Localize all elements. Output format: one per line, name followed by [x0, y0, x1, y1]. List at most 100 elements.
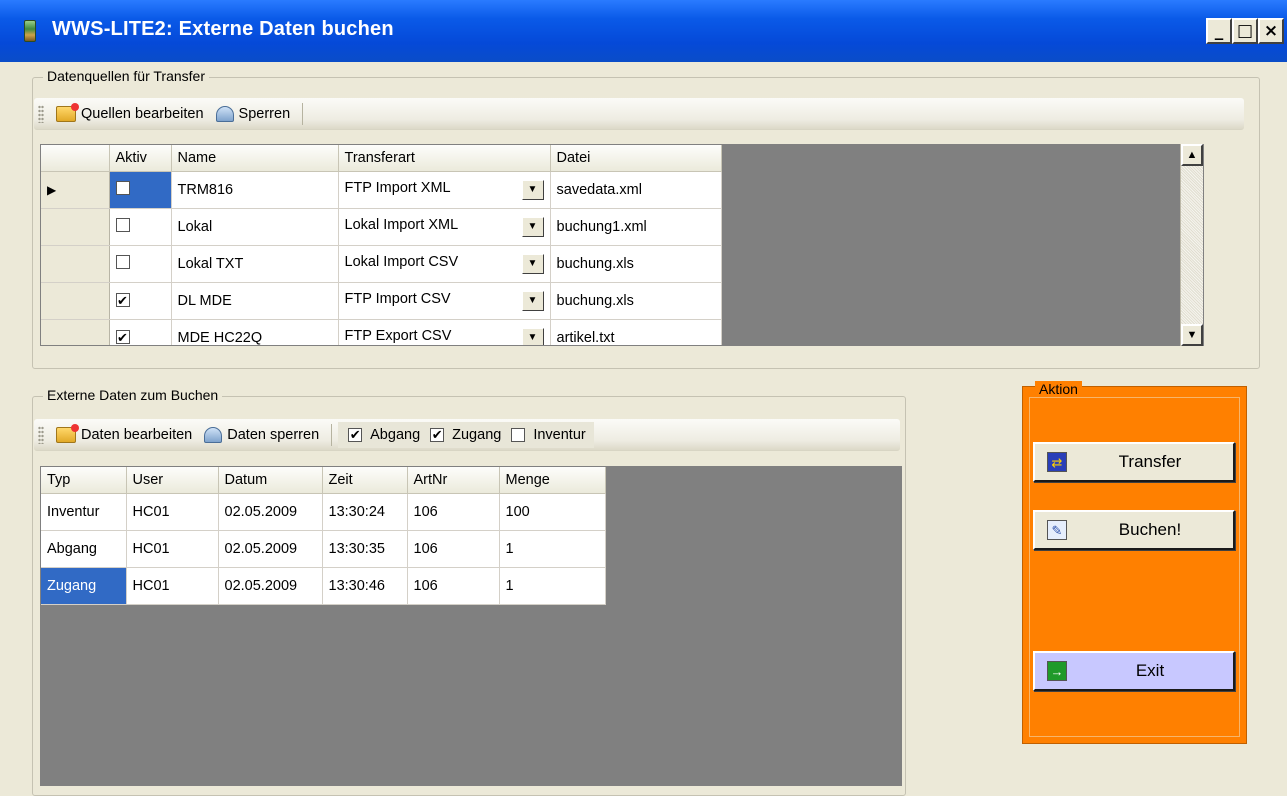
toolbar-grip[interactable]	[38, 425, 44, 444]
dropdown-arrow-icon[interactable]: ▼	[521, 179, 544, 200]
table-row[interactable]: Inventur HC01 02.05.2009 13:30:24 106 100	[41, 493, 606, 531]
user-cell[interactable]: HC01	[126, 493, 219, 531]
datum-cell[interactable]: 02.05.2009	[218, 567, 323, 605]
zeit-cell[interactable]: 13:30:24	[322, 493, 408, 531]
name-cell[interactable]: DL MDE	[171, 282, 339, 320]
transferart-cell[interactable]: FTP Import CSV ▼	[338, 282, 551, 320]
aktiv-cell[interactable]: ✔	[109, 319, 172, 345]
name-cell[interactable]: TRM816	[171, 171, 339, 209]
zeit-cell[interactable]: 13:30:35	[322, 530, 408, 568]
edit-data-label: Daten bearbeiten	[81, 426, 193, 443]
column-header-datum[interactable]: Datum	[218, 467, 323, 494]
close-button[interactable]: ×	[1258, 18, 1284, 44]
transferart-cell[interactable]: FTP Import XML ▼	[338, 171, 551, 209]
filter-abgang[interactable]: ✔ Abgang	[338, 427, 428, 443]
menge-cell[interactable]: 1	[499, 567, 606, 605]
aktiv-cell[interactable]	[109, 208, 172, 246]
scroll-track[interactable]	[1181, 166, 1203, 324]
column-header-menge[interactable]: Menge	[499, 467, 606, 494]
lock-data-button[interactable]: Daten sperren	[198, 422, 325, 448]
typ-cell[interactable]: Abgang	[41, 530, 127, 568]
user-cell[interactable]: HC01	[126, 530, 219, 568]
toolbar-grip[interactable]	[38, 104, 44, 123]
dropdown-arrow-icon[interactable]: ▼	[521, 290, 544, 311]
row-header[interactable]	[41, 208, 110, 246]
datei-cell[interactable]: buchung1.xml	[550, 208, 722, 246]
table-row[interactable]: ▶ TRM816 FTP Import XML ▼ savedata.xml	[41, 171, 722, 209]
row-header[interactable]	[41, 245, 110, 283]
column-header-transferart[interactable]: Transferart	[338, 145, 551, 172]
datum-cell[interactable]: 02.05.2009	[218, 493, 323, 531]
exit-button[interactable]: → Exit	[1033, 651, 1235, 691]
name-cell[interactable]: Lokal	[171, 208, 339, 246]
table-row[interactable]: ✔ MDE HC22Q FTP Export CSV ▼ artikel.txt	[41, 319, 722, 345]
transferart-cell[interactable]: Lokal Import XML ▼	[338, 208, 551, 246]
filter-zugang[interactable]: ✔ Zugang	[428, 427, 509, 443]
bookings-grid[interactable]: Typ User Datum Zeit ArtNr Menge Inventur…	[40, 466, 902, 786]
datei-cell[interactable]: savedata.xml	[550, 171, 722, 209]
aktiv-checkbox[interactable]	[115, 254, 130, 269]
aktiv-checkbox[interactable]	[115, 180, 130, 195]
lock-sources-button[interactable]: Sperren	[210, 101, 297, 127]
table-row[interactable]: ✔ DL MDE FTP Import CSV ▼ buchung.xls	[41, 282, 722, 320]
zeit-cell[interactable]: 13:30:46	[322, 567, 408, 605]
column-header-artnr[interactable]: ArtNr	[407, 467, 500, 494]
aktiv-checkbox[interactable]	[115, 217, 130, 232]
table-row[interactable]: Zugang HC01 02.05.2009 13:30:46 106 1	[41, 567, 606, 605]
aktiv-checkbox[interactable]: ✔	[115, 293, 130, 307]
datum-cell[interactable]: 02.05.2009	[218, 530, 323, 568]
menge-cell[interactable]: 100	[499, 493, 606, 531]
table-row[interactable]: Lokal TXT Lokal Import CSV ▼ buchung.xls	[41, 245, 722, 283]
zugang-checkbox[interactable]: ✔	[430, 427, 445, 442]
table-row[interactable]: Abgang HC01 02.05.2009 13:30:35 106 1	[41, 530, 606, 568]
minimize-button[interactable]: _	[1206, 18, 1232, 44]
transfer-button[interactable]: ⇄ Transfer	[1033, 442, 1235, 482]
sources-grid[interactable]: Aktiv Name Transferart Datei ▶ TRM816 FTP …	[40, 144, 1204, 346]
row-header[interactable]	[41, 319, 110, 345]
maximize-button[interactable]: □	[1232, 18, 1258, 44]
edit-sources-button[interactable]: Quellen bearbeiten	[50, 101, 210, 127]
transferart-cell[interactable]: Lokal Import CSV ▼	[338, 245, 551, 283]
name-cell[interactable]: Lokal TXT	[171, 245, 339, 283]
filter-inventur[interactable]: Inventur	[509, 427, 593, 443]
table-row[interactable]: Lokal Lokal Import XML ▼ buchung1.xml	[41, 208, 722, 246]
dropdown-arrow-icon[interactable]: ▼	[521, 327, 544, 345]
aktiv-cell[interactable]	[109, 245, 172, 283]
name-cell[interactable]: MDE HC22Q	[171, 319, 339, 345]
buchen-button[interactable]: ✎ Buchen!	[1033, 510, 1235, 550]
column-header-name[interactable]: Name	[171, 145, 339, 172]
app-icon	[24, 20, 36, 42]
column-header-zeit[interactable]: Zeit	[322, 467, 408, 494]
dropdown-arrow-icon[interactable]: ▼	[521, 216, 544, 237]
inventur-checkbox[interactable]	[511, 427, 526, 442]
scroll-down-icon[interactable]: ▼	[1181, 324, 1203, 346]
menge-cell[interactable]: 1	[499, 530, 606, 568]
dropdown-arrow-icon[interactable]: ▼	[521, 253, 544, 274]
column-header-aktiv[interactable]: Aktiv	[109, 145, 172, 172]
exit-arrow-icon: →	[1047, 661, 1067, 681]
bookings-group-label: Externe Daten zum Buchen	[43, 387, 223, 403]
aktiv-checkbox[interactable]: ✔	[115, 330, 130, 344]
sources-header-row: Aktiv Name Transferart Datei	[41, 145, 722, 172]
typ-cell[interactable]: Zugang	[41, 567, 127, 605]
artnr-cell[interactable]: 106	[407, 493, 500, 531]
datei-cell[interactable]: buchung.xls	[550, 282, 722, 320]
scroll-up-icon[interactable]: ▲	[1181, 144, 1203, 166]
transferart-cell[interactable]: FTP Export CSV ▼	[338, 319, 551, 345]
column-header-datei[interactable]: Datei	[550, 145, 722, 172]
sources-vertical-scrollbar[interactable]: ▲ ▼	[1180, 144, 1203, 346]
datei-cell[interactable]: artikel.txt	[550, 319, 722, 345]
abgang-checkbox[interactable]: ✔	[348, 427, 363, 442]
artnr-cell[interactable]: 106	[407, 567, 500, 605]
user-cell[interactable]: HC01	[126, 567, 219, 605]
edit-data-button[interactable]: Daten bearbeiten	[50, 422, 198, 448]
column-header-typ[interactable]: Typ	[41, 467, 127, 494]
row-header[interactable]: ▶	[41, 171, 110, 209]
datei-cell[interactable]: buchung.xls	[550, 245, 722, 283]
artnr-cell[interactable]: 106	[407, 530, 500, 568]
aktiv-cell[interactable]: ✔	[109, 282, 172, 320]
column-header-user[interactable]: User	[126, 467, 219, 494]
aktiv-cell[interactable]	[109, 171, 172, 209]
typ-cell[interactable]: Inventur	[41, 493, 127, 531]
row-header[interactable]	[41, 282, 110, 320]
